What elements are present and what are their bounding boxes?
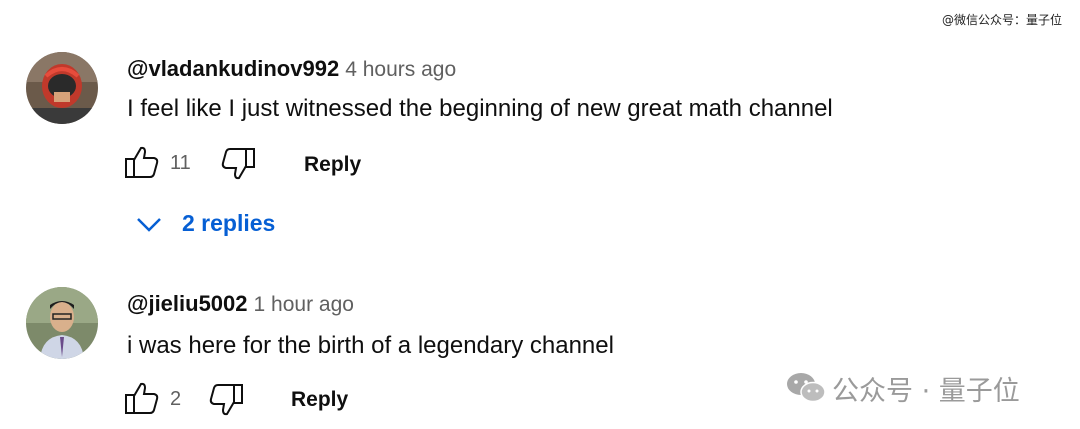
watermark-top: @微信公众号：量子位 <box>941 13 1062 27</box>
like-count: 11 <box>170 152 191 174</box>
author-line: @jieliu5002 1 hour ago <box>127 291 354 317</box>
chevron-down-icon <box>136 216 162 239</box>
watermark-text: 公众号 · 量子位 <box>832 376 1020 407</box>
thumb-up-icon[interactable] <box>124 144 160 180</box>
avatar[interactable] <box>26 287 98 359</box>
reply-button[interactable]: Reply <box>304 153 361 177</box>
thumb-up-icon[interactable] <box>124 380 160 416</box>
reply-button[interactable]: Reply <box>291 388 348 412</box>
comment-actions: 11 Reply <box>0 144 400 184</box>
author-line: @vladankudinov992 4 hours ago <box>127 56 456 82</box>
avatar[interactable] <box>26 52 98 124</box>
like-count: 2 <box>170 388 182 410</box>
timestamp[interactable]: 4 hours ago <box>345 58 456 81</box>
thumb-down-icon[interactable] <box>208 382 244 418</box>
comment-text: I feel like I just witnessed the beginni… <box>127 95 833 122</box>
replies-label: 2 replies <box>182 210 276 236</box>
thumb-down-icon[interactable] <box>220 146 256 182</box>
author-name[interactable]: @jieliu5002 <box>127 291 248 316</box>
wechat-logo-icon <box>786 370 826 409</box>
comment-actions: 2 Reply <box>0 380 400 420</box>
comment-text: i was here for the birth of a legendary … <box>127 332 614 359</box>
author-name[interactable]: @vladankudinov992 <box>127 56 339 81</box>
timestamp[interactable]: 1 hour ago <box>254 293 354 316</box>
